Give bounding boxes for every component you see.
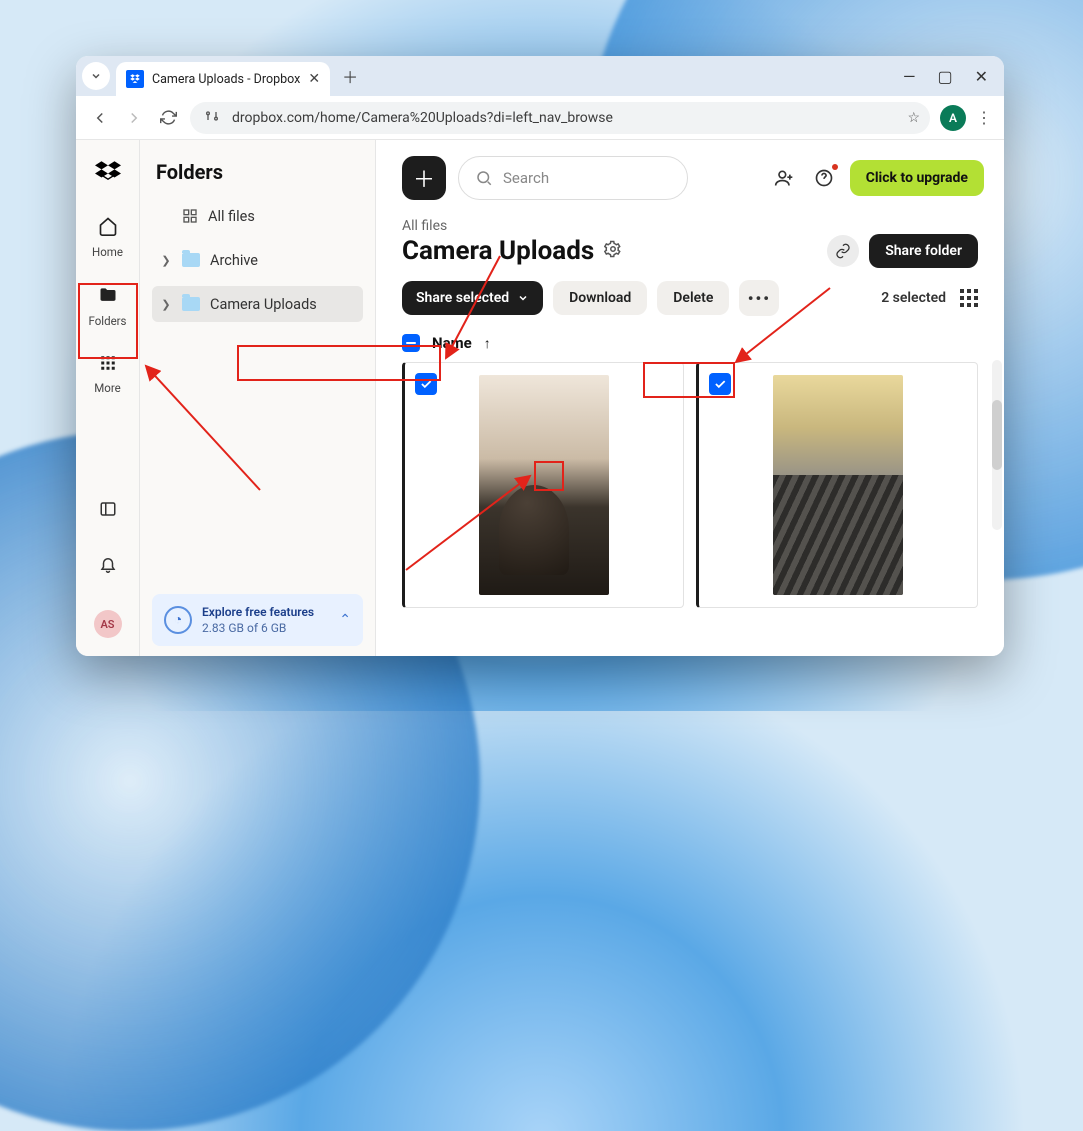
folders-panel-title: Folders xyxy=(156,160,363,184)
file-card[interactable] xyxy=(696,362,978,608)
chevron-down-icon xyxy=(517,292,529,304)
tab-search-icon[interactable] xyxy=(82,62,110,90)
copy-link-button[interactable] xyxy=(827,235,859,267)
selected-count: 2 selected xyxy=(881,290,946,306)
share-selected-button[interactable]: Share selected xyxy=(402,281,543,315)
storage-promo[interactable]: ◔ Explore free features 2.83 GB of 6 GB … xyxy=(152,594,363,646)
tree-all-files-label: All files xyxy=(208,208,255,225)
app-body: Home Folders More AS xyxy=(76,140,1004,656)
notifications-icon[interactable] xyxy=(99,555,117,578)
rail-folders-label: Folders xyxy=(88,314,126,328)
window-close-icon[interactable]: ✕ xyxy=(975,67,988,86)
tree-all-files[interactable]: All files xyxy=(152,198,363,234)
select-all-checkbox[interactable] xyxy=(402,334,420,352)
sort-ascending-icon[interactable]: ↑ xyxy=(484,335,491,352)
home-icon xyxy=(98,216,118,241)
rail-more[interactable]: More xyxy=(76,348,139,401)
rail-home[interactable]: Home xyxy=(76,210,139,265)
panel-toggle-icon[interactable] xyxy=(99,500,117,523)
upgrade-button[interactable]: Click to upgrade xyxy=(850,160,984,196)
column-name[interactable]: Name xyxy=(432,334,472,352)
dropbox-logo-icon[interactable] xyxy=(95,158,121,190)
share-selected-label: Share selected xyxy=(416,290,509,306)
item-checkbox[interactable] xyxy=(415,373,437,395)
main-panel: ＋ Search Click to upgrade All files xyxy=(376,140,1004,656)
promo-sub: 2.83 GB of 6 GB xyxy=(202,620,314,636)
nav-back-button[interactable] xyxy=(88,106,112,130)
rail-home-label: Home xyxy=(92,245,123,259)
content-area: All files Camera Uploads Share folder Sh xyxy=(376,212,1004,656)
main-topbar: ＋ Search Click to upgrade xyxy=(376,140,1004,212)
folders-panel: Folders All files ❯ Archive ❯ Camera Upl… xyxy=(140,140,376,656)
browser-tab[interactable]: Camera Uploads - Dropbox ✕ xyxy=(116,62,330,96)
window-maximize-icon[interactable]: ▢ xyxy=(937,67,952,86)
rail-more-label: More xyxy=(94,381,121,395)
title-bar: Camera Uploads - Dropbox ✕ ＋ — ▢ ✕ xyxy=(76,56,1004,96)
user-avatar[interactable]: AS xyxy=(94,610,122,638)
file-grid xyxy=(402,362,978,608)
window-minimize-icon[interactable]: — xyxy=(903,67,916,86)
item-checkbox[interactable] xyxy=(709,373,731,395)
folder-icon xyxy=(182,297,200,311)
gauge-icon: ◔ xyxy=(164,606,192,634)
folder-icon xyxy=(182,253,200,267)
notification-dot-icon xyxy=(832,164,838,170)
search-input[interactable]: Search xyxy=(458,156,688,200)
breadcrumb[interactable]: All files xyxy=(402,218,978,234)
all-files-icon xyxy=(182,208,198,224)
settings-gear-icon[interactable] xyxy=(604,240,622,262)
tree-archive[interactable]: ❯ Archive xyxy=(152,242,363,278)
invite-icon[interactable] xyxy=(770,164,798,192)
folder-icon xyxy=(98,285,118,310)
action-row: Share selected Download Delete ••• 2 sel… xyxy=(402,280,978,316)
scrollbar[interactable] xyxy=(992,360,1002,530)
tree-archive-label: Archive xyxy=(210,252,258,269)
url-text: dropbox.com/home/Camera%20Uploads?di=lef… xyxy=(232,110,897,126)
address-bar: dropbox.com/home/Camera%20Uploads?di=lef… xyxy=(76,96,1004,140)
add-button[interactable]: ＋ xyxy=(402,156,446,200)
nav-forward-button[interactable] xyxy=(122,106,146,130)
tab-close-icon[interactable]: ✕ xyxy=(308,71,320,87)
download-button[interactable]: Download xyxy=(553,281,647,315)
page-title: Camera Uploads xyxy=(402,236,594,266)
search-placeholder: Search xyxy=(503,169,549,187)
list-header: Name ↑ xyxy=(402,334,978,360)
file-thumbnail xyxy=(479,375,609,595)
profile-avatar[interactable]: A xyxy=(940,105,966,131)
search-icon xyxy=(475,169,493,187)
nav-rail: Home Folders More AS xyxy=(76,140,140,656)
chevron-right-icon: ❯ xyxy=(160,254,172,267)
tree-camera-uploads-label: Camera Uploads xyxy=(210,296,317,313)
chevron-right-icon: ❯ xyxy=(160,298,172,311)
promo-title: Explore free features xyxy=(202,604,314,620)
nav-reload-button[interactable] xyxy=(156,106,180,130)
chevron-up-icon: ⌃ xyxy=(339,612,351,628)
rail-folders[interactable]: Folders xyxy=(76,279,139,334)
site-settings-icon[interactable] xyxy=(202,108,222,127)
delete-button[interactable]: Delete xyxy=(657,281,729,315)
grid-view-icon[interactable] xyxy=(960,289,978,307)
help-icon[interactable] xyxy=(810,164,838,192)
share-folder-button[interactable]: Share folder xyxy=(869,234,978,268)
more-actions-button[interactable]: ••• xyxy=(739,280,779,316)
tree-camera-uploads[interactable]: ❯ Camera Uploads xyxy=(152,286,363,322)
apps-grid-icon xyxy=(99,354,117,377)
bookmark-icon[interactable]: ☆ xyxy=(907,110,920,126)
share-row: Share folder xyxy=(827,234,978,268)
file-thumbnail xyxy=(773,375,903,595)
url-field[interactable]: dropbox.com/home/Camera%20Uploads?di=lef… xyxy=(190,102,930,134)
browser-window: Camera Uploads - Dropbox ✕ ＋ — ▢ ✕ dropb… xyxy=(76,56,1004,656)
dropbox-favicon-icon xyxy=(126,70,144,88)
file-card[interactable] xyxy=(402,362,684,608)
tab-title: Camera Uploads - Dropbox xyxy=(152,72,300,87)
new-tab-button[interactable]: ＋ xyxy=(336,62,364,90)
browser-menu-icon[interactable]: ⋮ xyxy=(976,108,992,127)
